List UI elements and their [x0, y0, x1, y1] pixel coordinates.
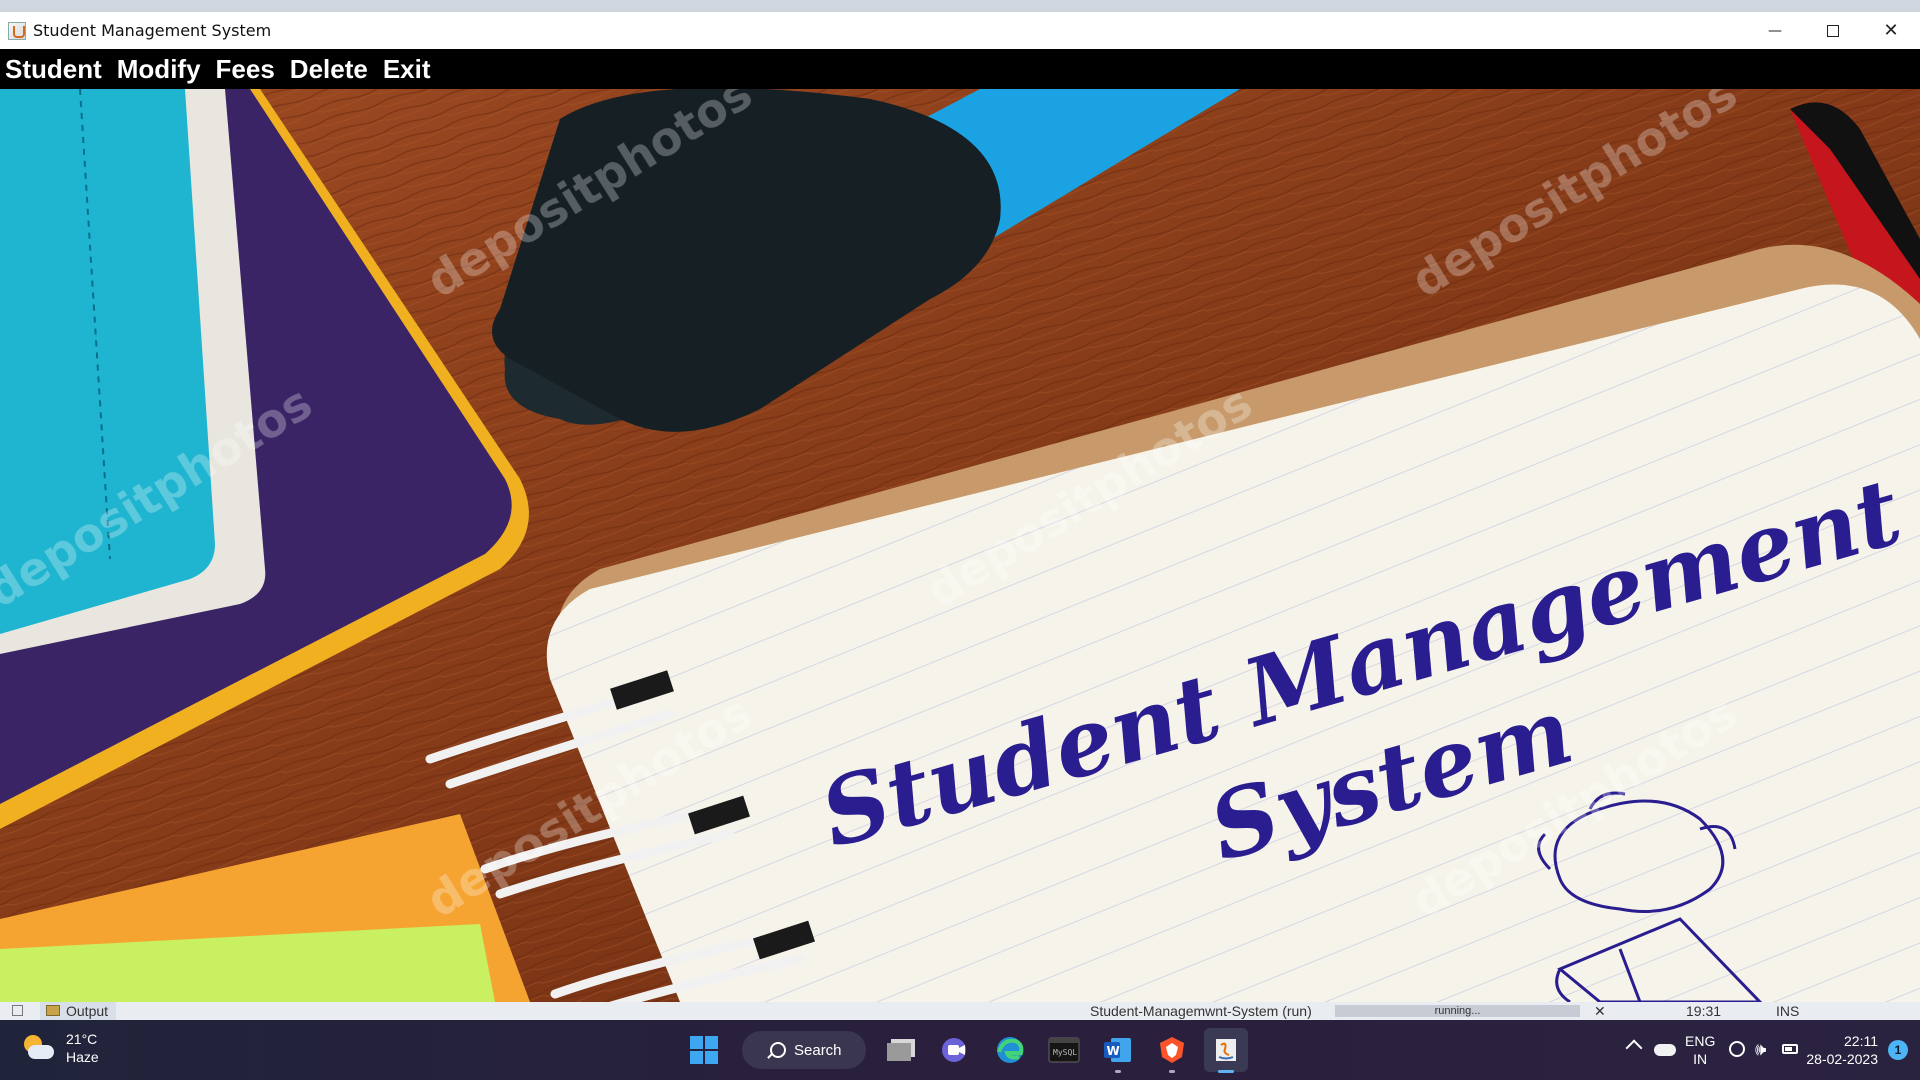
brave-button[interactable] [1150, 1028, 1194, 1073]
svg-text:W: W [1107, 1044, 1120, 1058]
partly-cloudy-icon [22, 1033, 54, 1063]
menu-exit[interactable]: Exit [375, 49, 439, 89]
java-app-button[interactable] [1204, 1028, 1248, 1073]
edge-icon [997, 1037, 1024, 1063]
terminal-button[interactable]: MySQL [1042, 1028, 1086, 1072]
close-button[interactable]: ✕ [1862, 12, 1920, 49]
caret-position: 19:31 [1686, 1003, 1722, 1019]
maximize-icon [1827, 24, 1839, 37]
run-task-label: Student-Managemwnt-System (run) [1090, 1003, 1312, 1019]
network-icon[interactable] [1729, 1041, 1745, 1057]
clock-time: 22:11 [1844, 1033, 1878, 1049]
task-view-icon [887, 1039, 915, 1061]
show-hidden-icons-icon[interactable] [1625, 1039, 1643, 1057]
title-bar[interactable]: Student Management System — ✕ [0, 12, 1920, 49]
weather-widget[interactable]: 21°C Haze [22, 1030, 99, 1066]
svg-text:MySQL: MySQL [1053, 1048, 1077, 1057]
maximize-button[interactable] [1804, 12, 1862, 49]
window-title: Student Management System [33, 21, 272, 40]
volume-icon[interactable]: 🕪 [1755, 1039, 1766, 1060]
weather-temp: 21°C [66, 1031, 98, 1047]
clock[interactable]: 22:11 28-02-2023 [1806, 1032, 1878, 1068]
ide-status-bar: Output Student-Managemwnt-System (run) r… [0, 1002, 1920, 1020]
menu-fees[interactable]: Fees [208, 49, 283, 89]
terminal-icon: MySQL [1048, 1037, 1080, 1063]
java-app-icon [8, 21, 26, 40]
java-icon [1216, 1039, 1236, 1061]
word-icon: W [1104, 1038, 1131, 1062]
menu-bar: Student Modify Fees Delete Exit [0, 49, 1920, 89]
insert-mode: INS [1776, 1003, 1800, 1019]
output-toggle[interactable] [12, 1005, 23, 1016]
close-icon: ✕ [1883, 20, 1899, 41]
search-icon [770, 1042, 786, 1058]
menu-student[interactable]: Student [0, 49, 110, 89]
taskbar-search[interactable]: Search [742, 1031, 866, 1069]
desktop-top-strip [0, 0, 1920, 12]
window-controls: — ✕ [1746, 12, 1920, 49]
app-window: Student Management System — ✕ Student Mo… [0, 12, 1920, 1002]
task-view-button[interactable] [880, 1028, 924, 1072]
taskbar: 21°C Haze Search MySQL W ENG IN 🕪 22:11 … [0, 1020, 1920, 1080]
weather-desc: Haze [66, 1049, 99, 1065]
minimize-button[interactable]: — [1746, 12, 1804, 49]
menu-delete[interactable]: Delete [282, 49, 376, 89]
meet-icon [942, 1038, 966, 1062]
stop-run-button[interactable]: ✕ [1594, 1002, 1606, 1020]
menu-modify[interactable]: Modify [109, 49, 209, 89]
start-button[interactable] [682, 1028, 726, 1072]
background-image: Student Management System depositphotos … [0, 89, 1920, 1002]
windows-icon [690, 1036, 718, 1064]
minimize-icon: — [1768, 22, 1782, 39]
brave-icon [1160, 1037, 1184, 1063]
notification-badge[interactable]: 1 [1888, 1040, 1908, 1060]
onedrive-icon[interactable] [1654, 1044, 1676, 1056]
battery-icon[interactable] [1782, 1044, 1798, 1054]
edge-button[interactable] [988, 1028, 1032, 1072]
output-tab[interactable]: Output [40, 1002, 117, 1020]
run-progress-bar: running... [1335, 1005, 1580, 1017]
meet-button[interactable] [934, 1028, 978, 1072]
input-language[interactable]: ENG IN [1685, 1032, 1715, 1068]
banner-illustration: Student Management System depositphotos … [0, 89, 1920, 1002]
clock-date: 28-02-2023 [1806, 1051, 1878, 1067]
taskbar-apps: Search MySQL W [682, 1028, 1258, 1073]
word-button[interactable]: W [1096, 1028, 1140, 1073]
